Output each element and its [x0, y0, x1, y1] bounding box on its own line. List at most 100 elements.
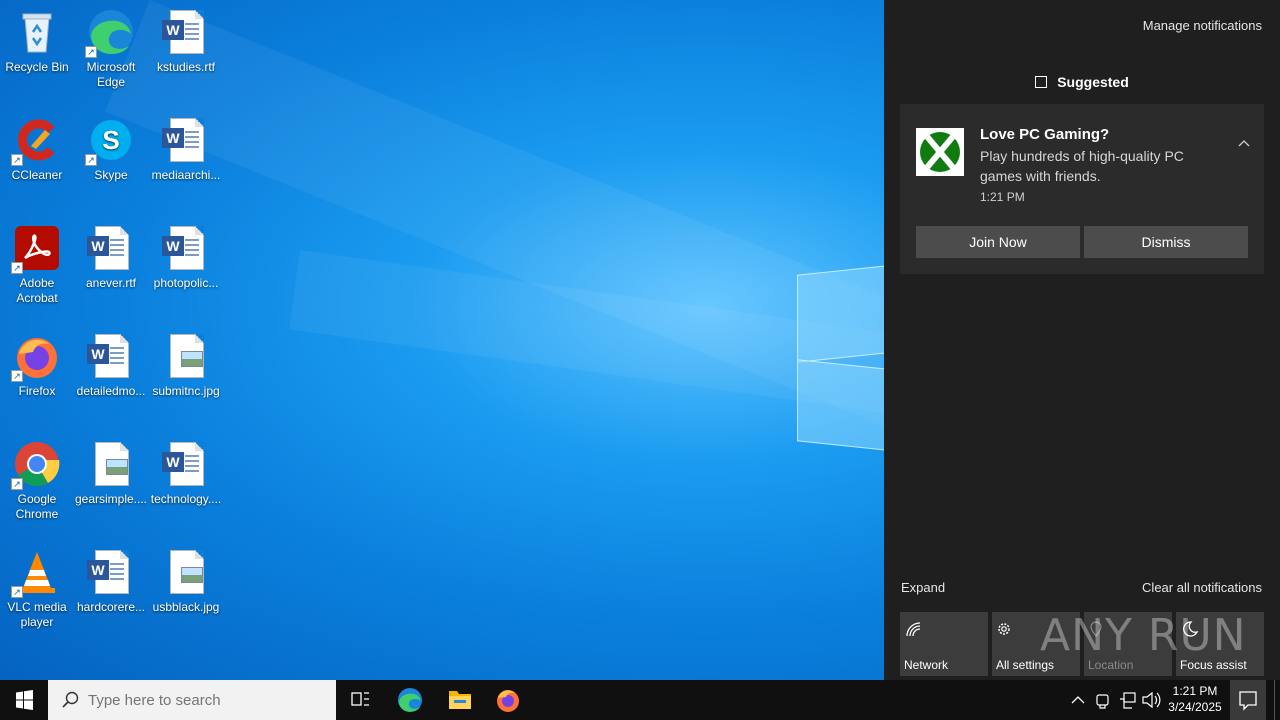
desktop-icon-label: Google Chrome — [15, 492, 59, 521]
meet-now-icon — [1096, 694, 1109, 709]
desktop-icon-image-file[interactable]: gearsimple.... — [73, 440, 149, 507]
desktop-icon-ccleaner[interactable]: ↗ CCleaner — [0, 116, 75, 183]
notification-icon — [1239, 691, 1257, 711]
shortcut-arrow-icon: ↗ — [85, 154, 97, 166]
desktop-icon-label: Skype — [94, 168, 128, 182]
folder-icon — [449, 691, 471, 709]
desktop-icon-label: gearsimple.... — [74, 492, 148, 506]
taskbar-firefox[interactable] — [484, 680, 532, 720]
tray-volume[interactable] — [1140, 680, 1162, 720]
start-button[interactable] — [0, 680, 48, 720]
notification-group-title: Suggested — [1057, 74, 1129, 90]
desktop-icon-word-document[interactable]: W anever.rtf — [73, 224, 149, 291]
desktop-icon-recycle-bin[interactable]: Recycle Bin — [0, 8, 75, 75]
firefox-icon: ↗ — [11, 332, 61, 382]
notification-card[interactable]: Love PC Gaming? Play hundreds of high-qu… — [900, 104, 1264, 274]
action-center-panel: Manage notifications Suggested Love PC G… — [884, 0, 1280, 680]
desktop-icon-label: mediaarchi... — [151, 168, 221, 182]
word-document-icon: W — [162, 440, 210, 488]
shortcut-arrow-icon: ↗ — [11, 262, 23, 274]
windows-logo-pane — [797, 359, 884, 451]
shortcut-arrow-icon: ↗ — [11, 154, 23, 166]
taskbar-clock[interactable]: 1:21 PM 3/24/2025 — [1160, 683, 1230, 715]
notification-time: 1:21 PM — [980, 190, 1025, 204]
app-group-icon — [1035, 76, 1048, 88]
xbox-icon — [916, 128, 964, 176]
recycle-bin-icon — [13, 8, 61, 56]
image-file-icon — [162, 332, 210, 380]
task-view-button[interactable] — [336, 680, 384, 720]
desktop-icon-label: Recycle Bin — [5, 60, 69, 74]
desktop-icon-image-file[interactable]: submitnc.jpg — [148, 332, 224, 399]
network-icon — [906, 622, 921, 637]
clear-all-notifications-link[interactable]: Clear all notifications — [1142, 580, 1262, 595]
ccleaner-icon: ↗ — [11, 116, 61, 166]
desktop-icon-label: Firefox — [18, 384, 56, 398]
speaker-icon — [1142, 691, 1161, 709]
desktop-icon-label: usbblack.jpg — [152, 600, 220, 614]
word-document-icon: W — [162, 116, 210, 164]
desktop-icon-skype[interactable]: S ↗ Skype — [73, 116, 149, 183]
taskbar-edge[interactable] — [386, 680, 434, 720]
join-now-button[interactable]: Join Now — [916, 226, 1080, 258]
image-file-icon — [162, 548, 210, 596]
desktop-icon-word-document[interactable]: W kstudies.rtf — [148, 8, 224, 75]
desktop-icon-label: photopolic... — [153, 276, 219, 290]
shortcut-arrow-icon: ↗ — [11, 370, 23, 382]
task-view-icon — [351, 692, 369, 706]
desktop-icon-word-document[interactable]: W hardcorere... — [73, 548, 149, 615]
expand-quick-actions-link[interactable]: Expand — [901, 580, 945, 595]
clock-time: 1:21 PM — [1172, 684, 1218, 698]
desktop-icon-image-file[interactable]: usbblack.jpg — [148, 548, 224, 615]
shortcut-arrow-icon: ↗ — [11, 478, 23, 490]
desktop-icon-word-document[interactable]: W technology.... — [148, 440, 224, 507]
desktop-icon-microsoft-edge[interactable]: ↗ Microsoft Edge — [73, 8, 149, 90]
taskbar-file-explorer[interactable] — [436, 680, 484, 720]
skype-icon: S ↗ — [85, 116, 135, 166]
desktop-icon-label: submitnc.jpg — [152, 384, 220, 398]
desktop: Recycle Bin ↗ CCleaner ↗ Adobe Acrobat ↗… — [0, 0, 884, 680]
desktop-icon-label: detailedmo... — [76, 384, 146, 398]
shortcut-arrow-icon: ↗ — [85, 46, 97, 58]
desktop-icon-label: technology.... — [150, 492, 222, 506]
chevron-up-icon[interactable] — [1238, 138, 1250, 150]
tray-meet-now[interactable] — [1092, 680, 1114, 720]
chrome-icon: ↗ — [11, 440, 61, 490]
taskbar-search-box[interactable] — [48, 680, 336, 720]
svg-text:S: S — [102, 125, 119, 155]
desktop-icon-word-document[interactable]: W photopolic... — [148, 224, 224, 291]
search-icon — [62, 691, 79, 708]
show-hidden-icons-button[interactable] — [1068, 680, 1088, 720]
gear-icon — [998, 623, 1010, 635]
desktop-icon-word-document[interactable]: W detailedmo... — [73, 332, 149, 399]
word-document-icon: W — [87, 332, 135, 380]
desktop-icon-firefox[interactable]: ↗ Firefox — [0, 332, 75, 399]
windows-logo-pane — [797, 265, 884, 363]
desktop-icon-label: anever.rtf — [85, 276, 137, 290]
quick-action-network[interactable]: Network — [900, 612, 988, 676]
search-input[interactable] — [88, 690, 328, 710]
dismiss-button[interactable]: Dismiss — [1084, 226, 1248, 258]
desktop-icon-word-document[interactable]: W mediaarchi... — [148, 116, 224, 183]
notification-title: Love PC Gaming? — [980, 126, 1110, 143]
tray-network[interactable] — [1116, 680, 1138, 720]
quick-action-label: Network — [904, 658, 949, 672]
manage-notifications-link[interactable]: Manage notifications — [1143, 18, 1262, 33]
desktop-icon-google-chrome[interactable]: ↗ Google Chrome — [0, 440, 75, 522]
anyrun-watermark: ANY RUN — [1040, 610, 1247, 661]
desktop-icon-adobe-acrobat[interactable]: ↗ Adobe Acrobat — [0, 224, 75, 306]
shortcut-arrow-icon: ↗ — [11, 586, 23, 598]
desktop-icon-label: Microsoft Edge — [86, 60, 136, 89]
network-wired-icon — [1120, 692, 1136, 709]
taskbar: 1:21 PM 3/24/2025 — [0, 680, 1280, 720]
image-file-icon — [87, 440, 135, 488]
action-center-button[interactable] — [1230, 680, 1266, 720]
desktop-icon-label: VLC media player — [7, 600, 67, 629]
notification-body: Play hundreds of high-quality PC games w… — [980, 148, 1184, 184]
desktop-icon-vlc[interactable]: ↗ VLC media player — [0, 548, 75, 630]
word-document-icon: W — [162, 8, 210, 56]
desktop-icon-label: kstudies.rtf — [156, 60, 216, 74]
desktop-icon-label: Adobe Acrobat — [16, 276, 58, 305]
show-desktop-button[interactable] — [1274, 680, 1280, 720]
edge-icon: ↗ — [85, 8, 135, 58]
